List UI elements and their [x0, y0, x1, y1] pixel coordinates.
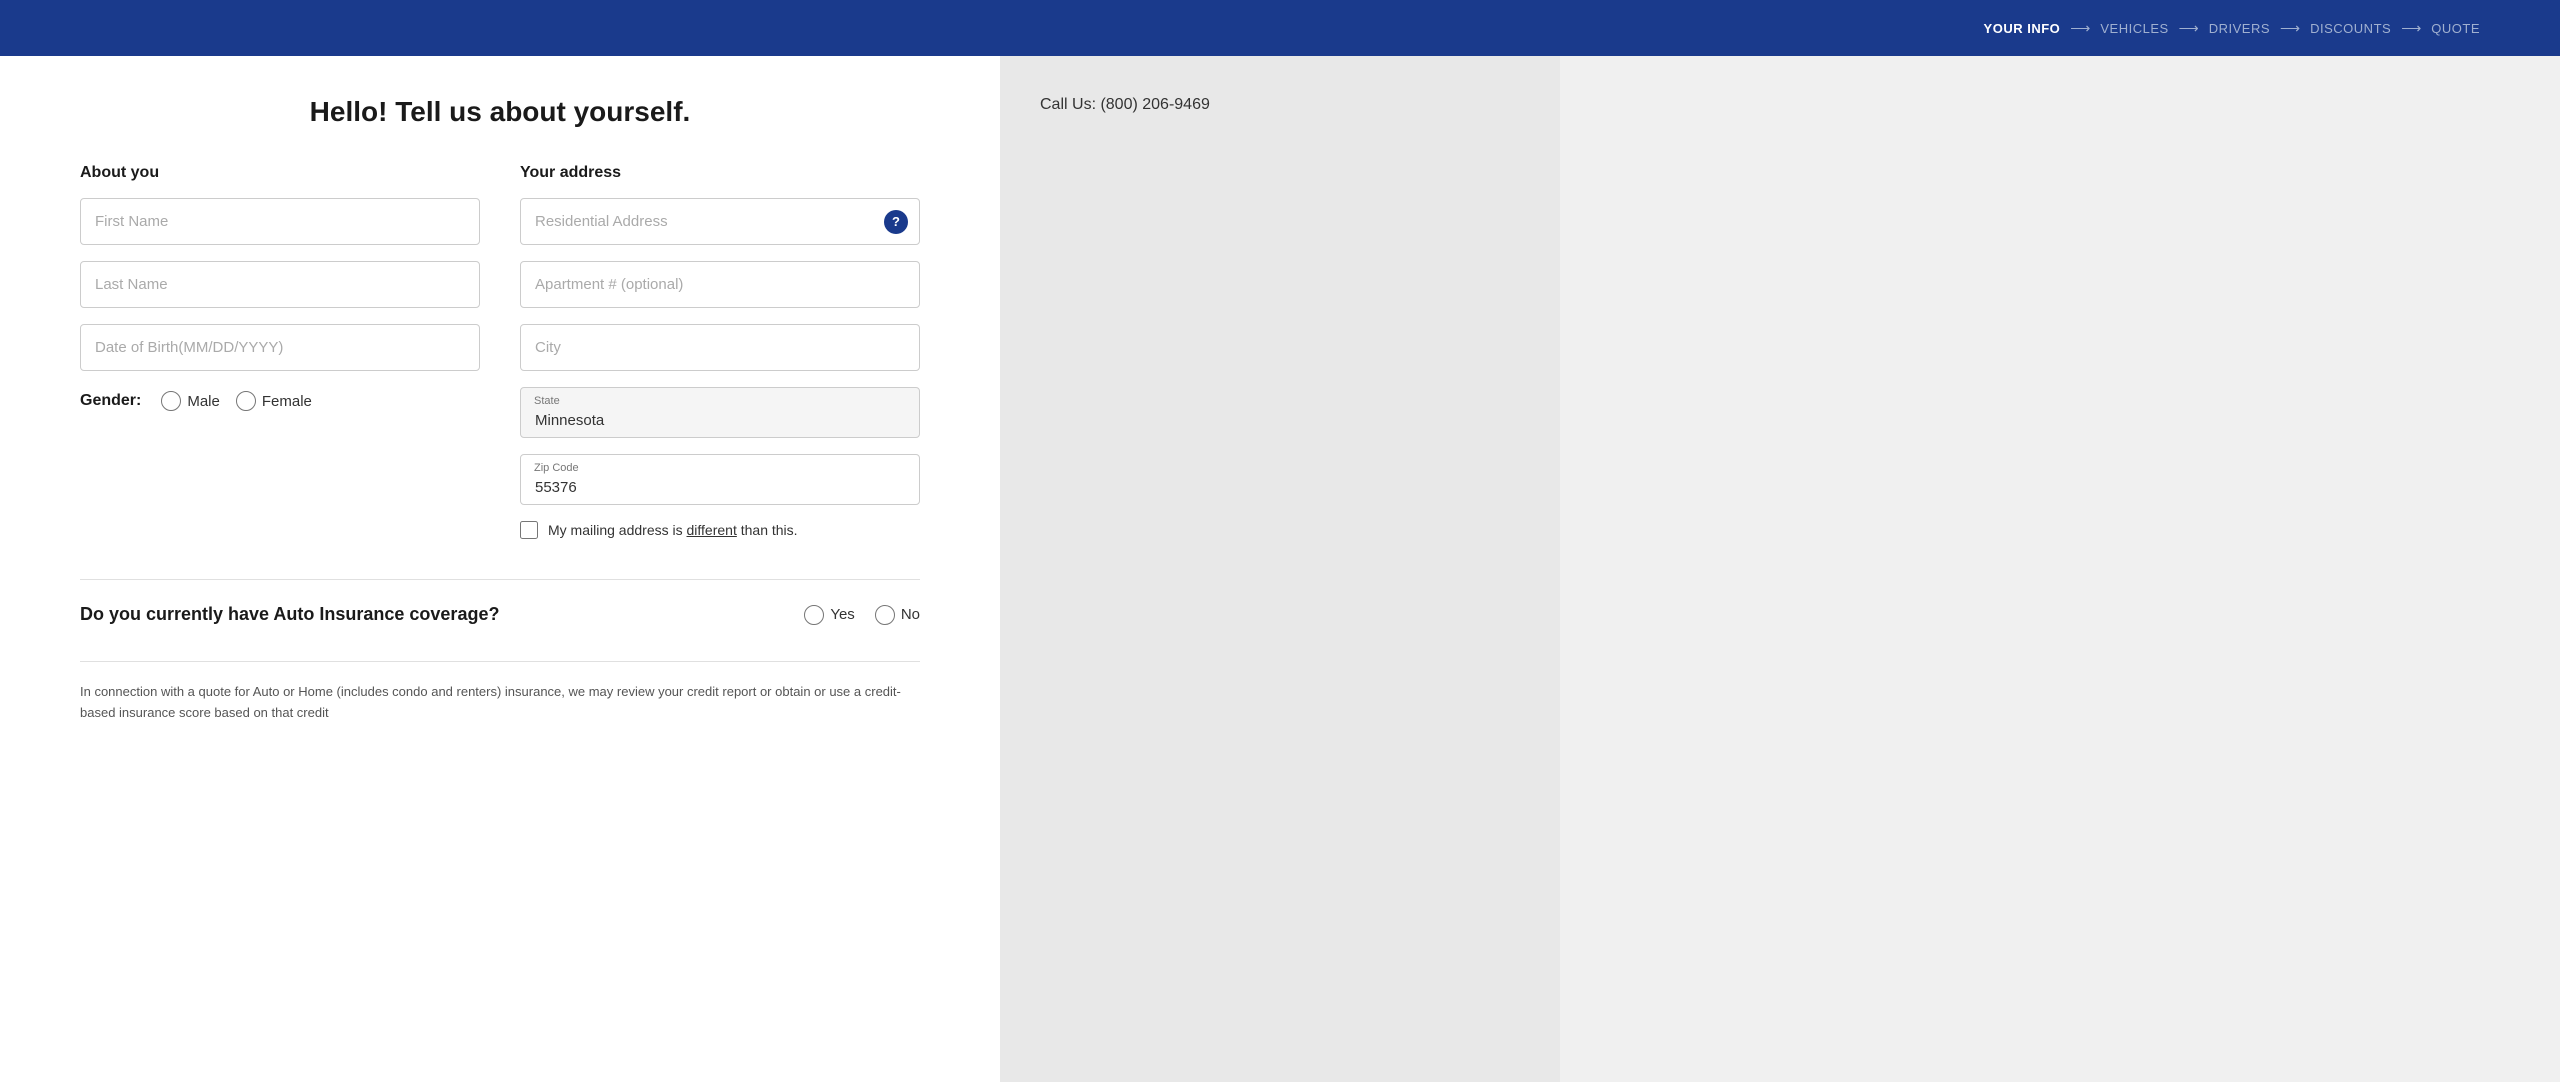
nav-arrow-4: ⟶ [2401, 20, 2421, 37]
disclaimer-text: In connection with a quote for Auto or H… [80, 682, 920, 724]
call-us-text: Call Us: (800) 206-9469 [1040, 96, 1210, 113]
residential-address-wrapper: ? [520, 198, 920, 245]
disclaimer-section: In connection with a quote for Auto or H… [80, 661, 920, 724]
nav-step-drivers[interactable]: DRIVERS [2209, 21, 2270, 36]
about-you-column: About you Gender: Male Female [80, 164, 480, 543]
residential-address-input[interactable] [520, 198, 920, 245]
nav-step-your-info[interactable]: YOUR INFO [1984, 21, 2061, 36]
nav-step-vehicles[interactable]: VEHICLES [2100, 21, 2168, 36]
auto-no-label: No [901, 606, 920, 623]
zip-input[interactable] [520, 454, 920, 505]
city-input[interactable] [520, 324, 920, 371]
last-name-input[interactable] [80, 261, 480, 308]
about-you-heading: About you [80, 164, 480, 182]
form-area: Hello! Tell us about yourself. About you… [0, 56, 1000, 1082]
nav-step-discounts[interactable]: DISCOUNTS [2310, 21, 2391, 36]
mailing-checkbox-row: My mailing address is different than thi… [520, 521, 920, 539]
nav-step-quote[interactable]: QUOTE [2431, 21, 2480, 36]
auto-insurance-radio-group: Yes No [804, 605, 920, 625]
main-layout: Hello! Tell us about yourself. About you… [0, 56, 2560, 1082]
auto-no-radio[interactable] [875, 605, 895, 625]
nav-arrow-3: ⟶ [2280, 20, 2300, 37]
your-address-column: Your address ? State Zip Code [520, 164, 920, 543]
sidebar: Call Us: (800) 206-9469 [1000, 56, 1560, 1082]
auto-yes-label: Yes [830, 606, 854, 623]
mailing-address-text: My mailing address is different than thi… [548, 522, 798, 538]
auto-yes-radio[interactable] [804, 605, 824, 625]
nav-steps: YOUR INFO ⟶ VEHICLES ⟶ DRIVERS ⟶ DISCOUN… [1984, 20, 2480, 37]
state-field-wrapper: State [520, 387, 920, 438]
page-title: Hello! Tell us about yourself. [80, 96, 920, 128]
gender-male-radio[interactable] [161, 391, 181, 411]
auto-no-option[interactable]: No [875, 605, 920, 625]
top-navigation: YOUR INFO ⟶ VEHICLES ⟶ DRIVERS ⟶ DISCOUN… [0, 0, 2560, 56]
gender-female-radio[interactable] [236, 391, 256, 411]
nav-arrow-2: ⟶ [2179, 20, 2199, 37]
zip-field-label: Zip Code [534, 462, 579, 474]
auto-insurance-row: Do you currently have Auto Insurance cov… [80, 604, 920, 625]
form-columns: About you Gender: Male Female [80, 164, 920, 543]
apartment-input[interactable] [520, 261, 920, 308]
zip-field-wrapper: Zip Code [520, 454, 920, 505]
gender-female-label: Female [262, 393, 312, 410]
mailing-different-link[interactable]: different [687, 522, 737, 538]
gender-row: Gender: Male Female [80, 391, 480, 411]
gender-female-option[interactable]: Female [236, 391, 312, 411]
auto-insurance-question: Do you currently have Auto Insurance cov… [80, 604, 499, 624]
gender-male-label: Male [187, 393, 220, 410]
auto-yes-option[interactable]: Yes [804, 605, 854, 625]
residential-help-icon[interactable]: ? [884, 210, 908, 234]
mailing-address-checkbox[interactable] [520, 521, 538, 539]
gender-male-option[interactable]: Male [161, 391, 220, 411]
nav-arrow-1: ⟶ [2070, 20, 2090, 37]
auto-insurance-section: Do you currently have Auto Insurance cov… [80, 579, 920, 625]
first-name-input[interactable] [80, 198, 480, 245]
your-address-heading: Your address [520, 164, 920, 182]
gender-label: Gender: [80, 392, 141, 410]
auto-question-col: Do you currently have Auto Insurance cov… [80, 604, 784, 625]
state-field-label: State [534, 395, 560, 407]
state-input[interactable] [520, 387, 920, 438]
dob-input[interactable] [80, 324, 480, 371]
